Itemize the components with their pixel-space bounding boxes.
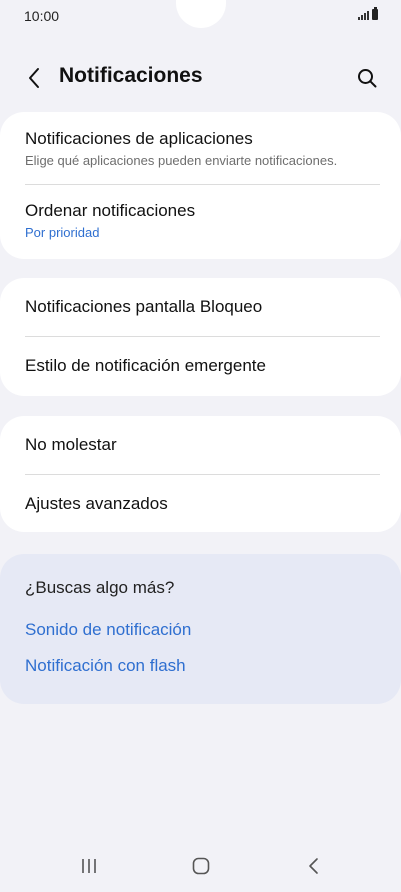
app-header: Notificaciones <box>0 52 401 104</box>
app-notifications-item[interactable]: Notificaciones de aplicaciones Elige qué… <box>0 128 401 170</box>
lock-screen-notifications-item[interactable]: Notificaciones pantalla Bloqueo <box>0 296 401 318</box>
settings-group-notifications: Notificaciones de aplicaciones Elige qué… <box>0 112 401 259</box>
recent-apps-icon <box>82 859 96 873</box>
divider <box>25 184 380 185</box>
settings-group-other: No molestar Ajustes avanzados <box>0 416 401 532</box>
sort-notifications-item[interactable]: Ordenar notificaciones Por prioridad <box>0 200 401 242</box>
do-not-disturb-title: No molestar <box>25 435 117 454</box>
home-button[interactable] <box>181 850 221 882</box>
back-button[interactable] <box>18 62 50 94</box>
divider <box>25 474 380 475</box>
divider <box>25 336 380 337</box>
popup-style-title: Estilo de notificación emergente <box>25 356 266 375</box>
do-not-disturb-item[interactable]: No molestar <box>0 434 401 456</box>
suggestions-card: ¿Buscas algo más? Sonido de notificación… <box>0 554 401 704</box>
notification-sound-link[interactable]: Sonido de notificación <box>25 620 191 640</box>
advanced-settings-item[interactable]: Ajustes avanzados <box>0 493 401 515</box>
battery-icon <box>372 7 378 20</box>
recent-apps-button[interactable] <box>69 850 109 882</box>
app-notifications-title: Notificaciones de aplicaciones <box>25 129 253 148</box>
home-icon <box>192 857 210 875</box>
back-nav-button[interactable] <box>294 850 334 882</box>
status-bar: 10:00 <box>0 0 401 34</box>
flash-notification-link[interactable]: Notificación con flash <box>25 656 186 676</box>
navigation-bar <box>0 840 401 892</box>
lock-screen-notifications-title: Notificaciones pantalla Bloqueo <box>25 297 263 316</box>
back-nav-icon <box>309 858 318 874</box>
page-title: Notificaciones <box>59 64 203 87</box>
signal-icon <box>358 10 369 20</box>
back-arrow-icon <box>29 68 39 88</box>
app-notifications-subtitle: Elige qué aplicaciones pueden enviarte n… <box>25 153 338 168</box>
sort-notifications-title: Ordenar notificaciones <box>25 201 196 220</box>
settings-group-display: Notificaciones pantalla Bloqueo Estilo d… <box>0 278 401 396</box>
popup-style-item[interactable]: Estilo de notificación emergente <box>0 355 401 377</box>
camera-notch <box>176 0 226 28</box>
search-button[interactable] <box>351 62 383 94</box>
status-time: 10:00 <box>24 8 60 24</box>
sort-notifications-value: Por prioridad <box>25 225 100 240</box>
search-icon <box>358 69 377 88</box>
status-icons <box>358 7 378 20</box>
advanced-settings-title: Ajustes avanzados <box>25 494 168 513</box>
suggestions-title: ¿Buscas algo más? <box>25 578 175 597</box>
